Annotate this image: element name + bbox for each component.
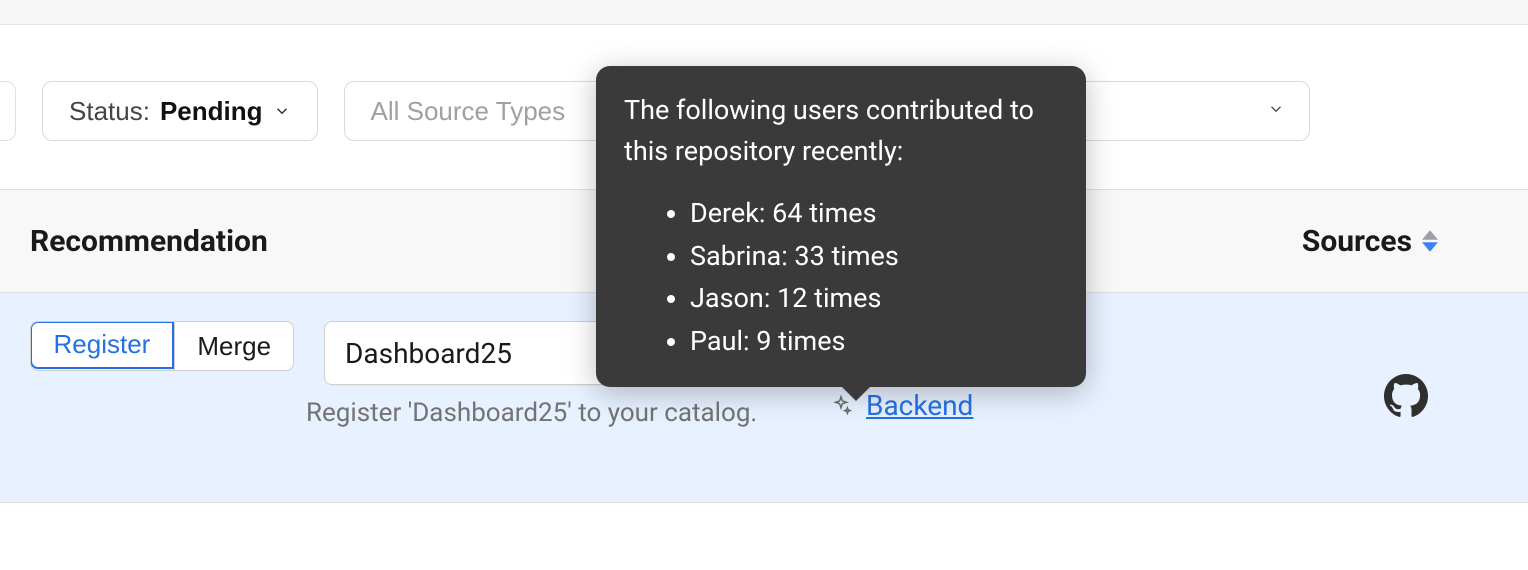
status-filter-label: Status: [69, 96, 150, 127]
tooltip-heading: The following users contributed to this … [624, 90, 1058, 171]
window-top-strip [0, 0, 1528, 25]
status-filter[interactable]: Status: Pending [42, 81, 318, 141]
recommendation-actions: Register Merge [30, 321, 294, 371]
tooltip-arrow [840, 385, 872, 401]
source-types-placeholder: All Source Types [371, 96, 566, 127]
caret-up-icon [1422, 229, 1438, 241]
tooltip-list-item: Jason: 12 times [690, 278, 1058, 319]
source-github-icon-button[interactable] [1384, 374, 1428, 422]
tooltip-list-item: Paul: 9 times [690, 321, 1058, 362]
tooltip-list-item: Derek: 64 times [690, 193, 1058, 234]
recommendation-description: Register 'Dashboard25' to your catalog. [306, 395, 766, 433]
column-header-sources[interactable]: Sources [1260, 224, 1498, 259]
spacer [0, 25, 1528, 61]
sort-indicator[interactable] [1422, 229, 1438, 253]
column-header-sources-label: Sources [1302, 224, 1412, 259]
source-select-caret[interactable] [1253, 100, 1299, 122]
caret-down-icon [1422, 241, 1438, 253]
owner-link-text: Backend [866, 389, 973, 422]
cell-sources [1260, 321, 1498, 474]
search-input-edge[interactable] [0, 81, 16, 141]
owner-contributors-tooltip: The following users contributed to this … [596, 66, 1086, 387]
chevron-down-icon [1267, 100, 1285, 118]
merge-button[interactable]: Merge [174, 322, 293, 370]
entity-name-value: Dashboard25 [345, 337, 512, 370]
status-filter-value: Pending [160, 96, 263, 127]
tooltip-list: Derek: 64 times Sabrina: 33 times Jason:… [624, 193, 1058, 361]
chevron-down-icon [273, 102, 291, 120]
tooltip-list-item: Sabrina: 33 times [690, 236, 1058, 277]
github-icon [1384, 374, 1428, 418]
register-button[interactable]: Register [30, 321, 174, 369]
